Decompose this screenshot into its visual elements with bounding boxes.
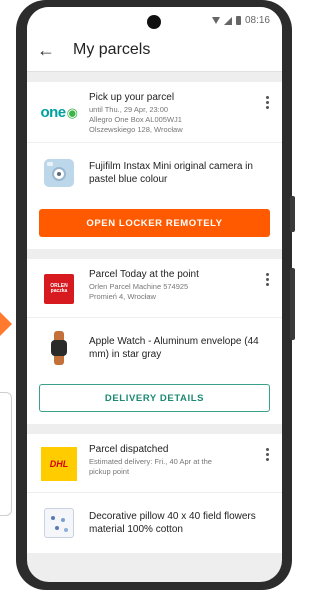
parcel-card: ORLEN paczka Parcel Today at the point O… bbox=[27, 259, 282, 425]
phone-side-button bbox=[290, 196, 295, 232]
arrow-left-icon[interactable]: ← bbox=[37, 41, 61, 59]
more-options-icon[interactable] bbox=[266, 273, 270, 287]
background-arrow bbox=[0, 312, 12, 336]
orlen-logo-icon: ORLEN paczka bbox=[39, 269, 79, 309]
parcel-address: Olszewskiego 128, Wrocław bbox=[89, 124, 183, 134]
parcel-deadline: until Thu., 29 Apr, 23:00 bbox=[89, 105, 169, 114]
parcel-pickup-point: Orlen Parcel Machine 574925 bbox=[89, 282, 189, 292]
parcel-status-title: Pick up your parcel bbox=[89, 92, 175, 103]
parcel-estimated-delivery: Estimated delivery: Fri., 40 Apr at the bbox=[89, 457, 212, 467]
item-name: Fujifilm Instax Mini original camera in … bbox=[89, 161, 253, 186]
app-bar: ← My parcels bbox=[27, 29, 282, 72]
status-time: 08:16 bbox=[244, 15, 270, 26]
delivery-details-button[interactable]: DELIVERY DETAILS bbox=[39, 384, 270, 413]
more-options-icon[interactable] bbox=[266, 96, 270, 109]
parcel-address: Promień 4, Wrocław bbox=[89, 292, 156, 301]
parcel-item[interactable]: Decorative pillow 40 x 40 field flowers … bbox=[27, 493, 282, 553]
parcel-item[interactable]: Apple Watch - Aluminum envelope (44 mm) … bbox=[27, 318, 282, 378]
camera-thumbnail bbox=[39, 153, 79, 193]
phone-screen: 08:16 ← My parcels one◉ Pick up your par… bbox=[27, 7, 282, 582]
parcel-item[interactable]: Fujifilm Instax Mini original camera in … bbox=[27, 143, 282, 203]
parcel-status-title: Parcel Today at the point bbox=[89, 269, 199, 281]
parcel-header[interactable]: one◉ Pick up your parcel until Thu., 29 … bbox=[27, 82, 282, 142]
watch-thumbnail bbox=[39, 328, 79, 368]
parcel-list: one◉ Pick up your parcel until Thu., 29 … bbox=[27, 72, 282, 554]
wifi-icon bbox=[211, 17, 220, 24]
parcel-header[interactable]: DHL Parcel dispatched Estimated delivery… bbox=[27, 434, 282, 492]
background-card bbox=[0, 392, 12, 516]
signal-icon bbox=[223, 16, 232, 25]
parcel-status-title: Parcel dispatched bbox=[89, 444, 169, 456]
parcel-estimated-delivery-cont: pickup point bbox=[89, 467, 130, 476]
parcel-header[interactable]: ORLEN paczka Parcel Today at the point O… bbox=[27, 259, 282, 317]
parcel-card: DHL Parcel dispatched Estimated delivery… bbox=[27, 434, 282, 554]
open-locker-button[interactable]: OPEN LOCKER REMOTELY bbox=[39, 209, 270, 238]
parcel-card: one◉ Pick up your parcel until Thu., 29 … bbox=[27, 82, 282, 250]
front-camera bbox=[147, 15, 161, 29]
one-logo-icon: one◉ bbox=[40, 103, 78, 121]
item-name: Apple Watch - Aluminum envelope (44 mm) … bbox=[89, 336, 259, 361]
more-options-icon[interactable] bbox=[266, 448, 270, 462]
item-name: Decorative pillow 40 x 40 field flowers … bbox=[89, 511, 256, 536]
status-bar: 08:16 bbox=[27, 7, 282, 29]
pillow-thumbnail bbox=[39, 503, 79, 543]
parcel-locker-id: Allegro One Box AL005WJ1 bbox=[89, 114, 182, 124]
battery-icon bbox=[235, 16, 241, 25]
dhl-logo-icon: DHL bbox=[39, 444, 79, 484]
page-title: My parcels bbox=[73, 41, 151, 58]
phone-volume-button bbox=[290, 268, 295, 340]
